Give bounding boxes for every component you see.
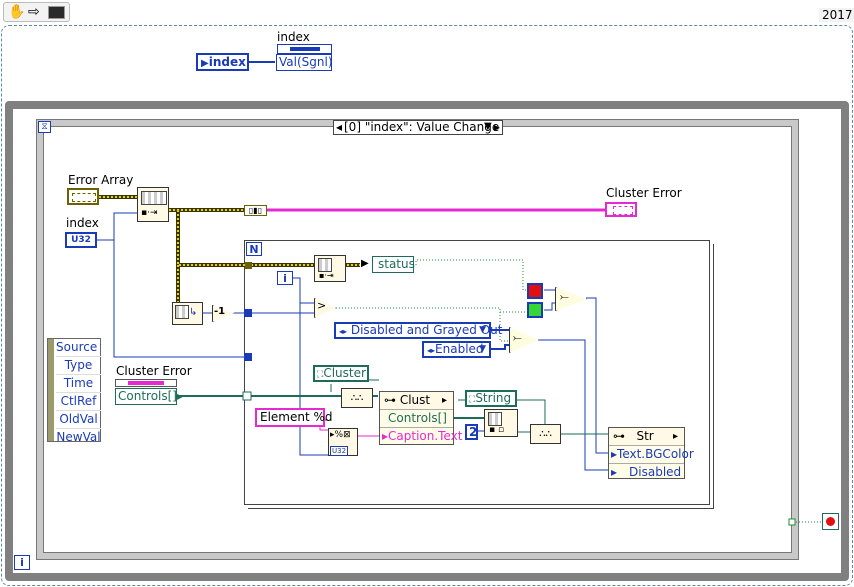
format-string-constant[interactable]: Element %d — [255, 408, 333, 427]
property-icon: ⊶ — [384, 393, 396, 407]
wire-layer — [97, 61, 822, 526]
while-iteration-terminal[interactable]: i — [14, 555, 30, 570]
clust-property-caption[interactable]: Caption.Text — [388, 429, 462, 443]
to-more-specific-cluster-node[interactable]: ⛬⛬ — [341, 388, 373, 408]
format-into-string-node[interactable]: ▸%⊠ U32 — [328, 428, 358, 456]
str-property-bgcolor[interactable]: Text.BGColor — [617, 447, 694, 461]
property-icon: ⊶ — [613, 429, 625, 443]
event-data-bar — [48, 339, 54, 441]
event-data-item[interactable]: Time — [56, 375, 101, 393]
event-data-item[interactable]: NewVal — [56, 429, 101, 446]
status-element[interactable]: status — [372, 256, 415, 273]
enabled-enum-constant[interactable]: ◂▸Enabled ▼ — [422, 341, 491, 358]
event-data-item[interactable]: Type — [56, 357, 101, 375]
unbundle-by-name-node[interactable]: ▪·⇥ — [314, 255, 346, 282]
unbundle-error-node[interactable]: ▯▮▯ — [244, 205, 267, 216]
string-class-constant[interactable]: ⛶String — [465, 390, 517, 407]
greater-label: > — [317, 299, 327, 312]
val-sgnl-node[interactable]: Val(Sgnl) — [276, 54, 333, 71]
index-control-label: index — [66, 216, 99, 230]
event-data-item[interactable]: OldVal — [56, 411, 101, 429]
cluster-class-constant[interactable]: ⛶Cluster — [313, 365, 369, 382]
str-property-node[interactable]: ⊶ Str ▸ ▸Text.BGColor ▸ Disabled — [608, 427, 694, 479]
controls-property[interactable]: Controls[]▸ — [115, 388, 183, 405]
cluster-error-out-label: Cluster Error — [606, 186, 682, 200]
const-two[interactable]: 2 — [465, 424, 478, 440]
event-data-item[interactable]: Source — [56, 339, 101, 357]
green-color-constant[interactable] — [527, 302, 543, 318]
stop-terminal[interactable] — [822, 513, 839, 530]
select-color-icon: ⤚ — [560, 290, 569, 303]
dropdown-icon[interactable]: ▼ — [479, 343, 486, 356]
decrement-label: -1 — [214, 306, 226, 317]
home-icon: ▶ — [201, 58, 209, 69]
error-array-terminal[interactable] — [67, 188, 99, 205]
index-control[interactable]: U32 — [65, 232, 97, 248]
cluster-error-ref-label: Cluster Error — [116, 364, 192, 378]
cluster-error-ref-icon[interactable] — [115, 379, 177, 387]
to-more-specific-string-node[interactable]: ⛬⛬ — [530, 424, 561, 444]
disabled-enum-constant[interactable]: ◂▸ Disabled and Grayed Out ▼ — [334, 322, 502, 339]
index-label: index — [277, 30, 310, 44]
index-array-node[interactable]: ▪·⇥ — [137, 187, 169, 222]
error-array-label: Error Array — [68, 173, 134, 187]
index-indicator-icon[interactable] — [277, 44, 332, 54]
select-enabled-icon: ⤚ — [513, 331, 522, 344]
red-color-constant[interactable] — [527, 283, 543, 299]
index-local-variable[interactable]: ▶index — [196, 53, 249, 71]
dropdown-icon[interactable]: ▼ — [479, 324, 486, 337]
event-data-item[interactable]: CtlRef — [56, 393, 101, 411]
index-array-node-2[interactable]: ▪ ▫ — [484, 409, 518, 437]
unbundle-arrow-icon: ▶ — [361, 258, 369, 269]
clust-property-node[interactable]: ⊶ Clust ▸ Controls[] ▸Caption.Text — [379, 391, 462, 445]
cluster-error-indicator[interactable] — [605, 202, 637, 217]
clust-property-controls[interactable]: Controls[] — [388, 411, 447, 425]
array-size-node[interactable]: ↳ — [172, 302, 203, 325]
str-property-disabled[interactable]: Disabled — [617, 465, 681, 479]
